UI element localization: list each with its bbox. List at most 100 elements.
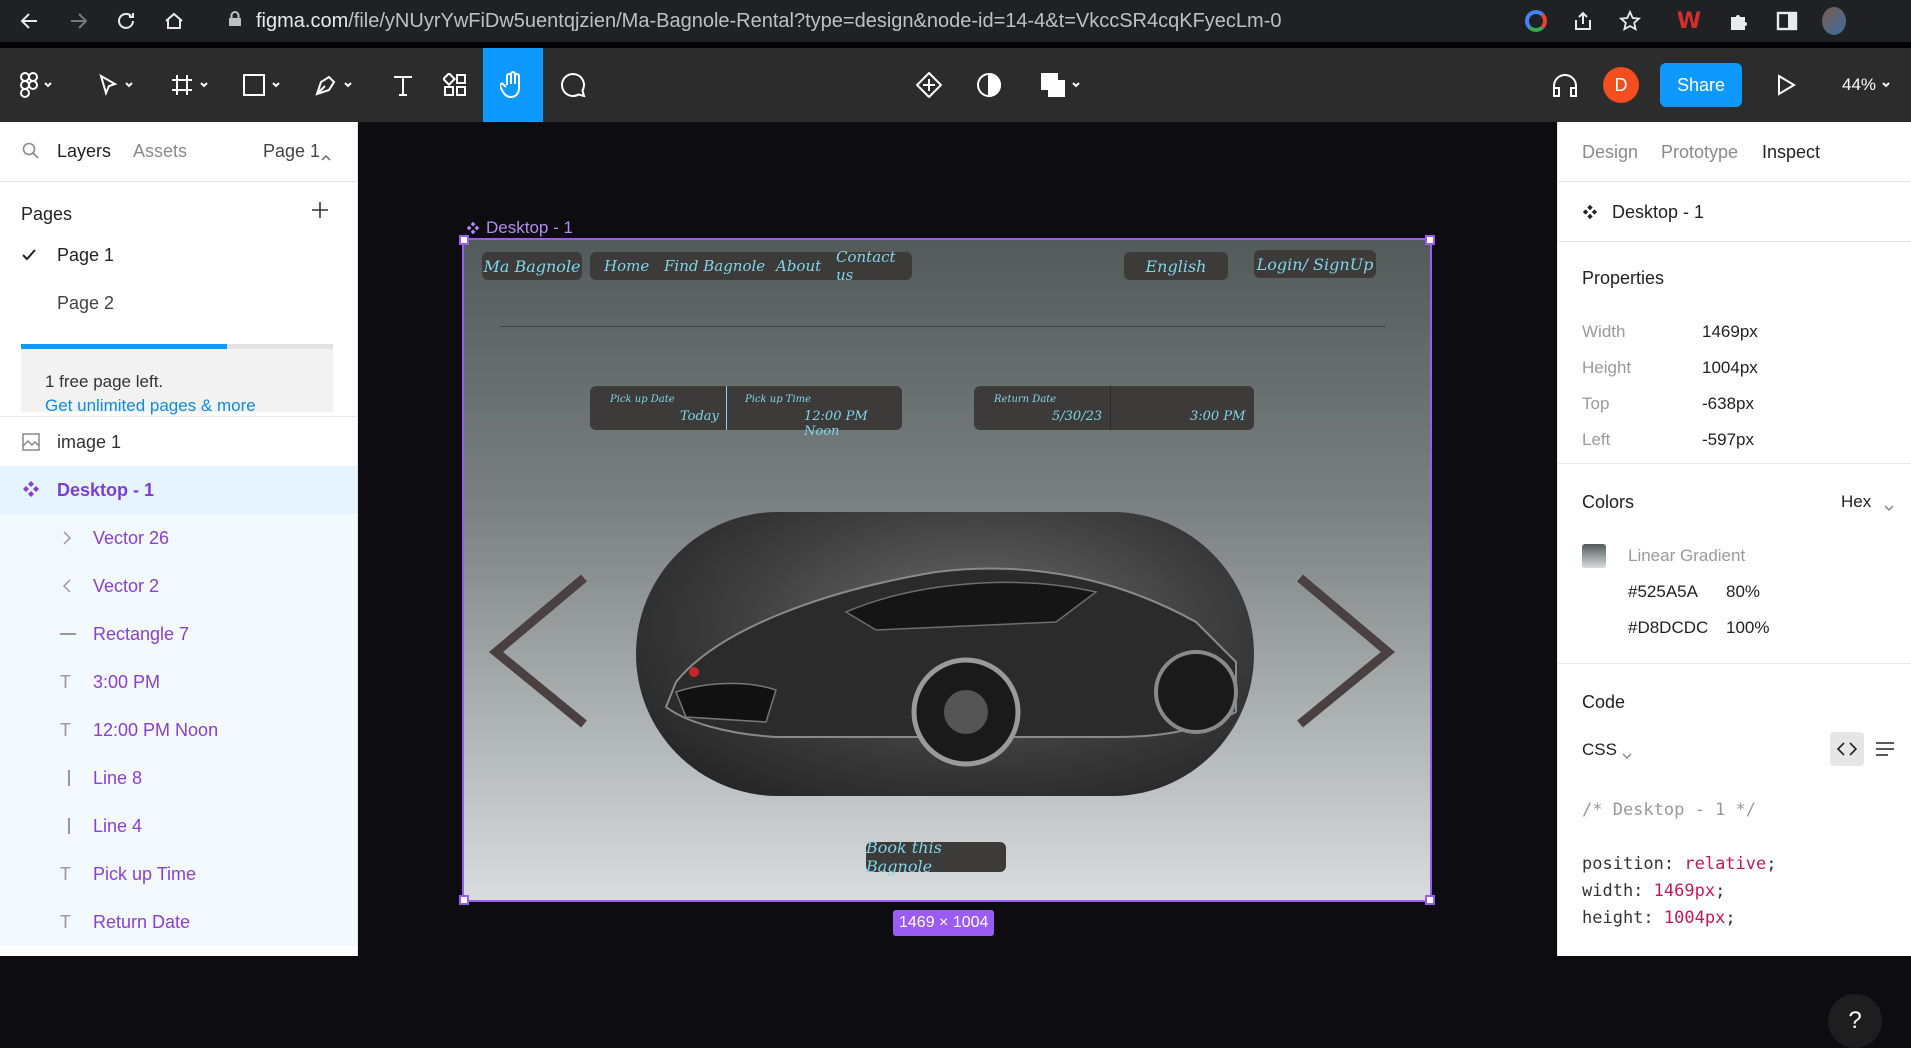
prop-height-value[interactable]: 1004px xyxy=(1702,358,1758,378)
bookmark-star-icon[interactable] xyxy=(1618,9,1642,33)
divider xyxy=(0,416,357,417)
layer-row-desktop-1[interactable]: Desktop - 1 xyxy=(0,466,357,514)
resize-handle-bottom-left[interactable] xyxy=(459,895,469,905)
text-tool-icon[interactable] xyxy=(378,48,428,122)
design-next-chevron-icon xyxy=(1297,574,1396,728)
rectangle-tool-icon[interactable] xyxy=(235,48,287,122)
upsell-link[interactable]: Get unlimited pages & more xyxy=(45,396,256,416)
zoom-menu[interactable]: 44% xyxy=(1836,48,1896,122)
layer-row-line-4[interactable]: Line 4 xyxy=(0,802,357,850)
design-nav-item: Home xyxy=(604,257,650,275)
hand-tool-icon[interactable] xyxy=(483,48,543,122)
comment-tool-icon[interactable] xyxy=(548,48,598,122)
layer-row-text-3pm[interactable]: T 3:00 PM xyxy=(0,658,357,706)
gradient-stop-hex[interactable]: #D8DCDC xyxy=(1628,618,1708,638)
forward-icon[interactable] xyxy=(58,0,98,42)
design-nav-bar: Home Find Bagnole About Contact us xyxy=(590,248,912,284)
resize-handle-top-right[interactable] xyxy=(1425,235,1435,245)
back-icon[interactable] xyxy=(10,0,50,42)
tab-design[interactable]: Design xyxy=(1582,142,1638,163)
mask-contrast-icon[interactable] xyxy=(966,48,1012,122)
add-page-plus-icon[interactable] xyxy=(310,200,330,225)
frame-tool-icon[interactable] xyxy=(163,48,215,122)
help-button[interactable]: ? xyxy=(1828,994,1882,1048)
search-icon[interactable] xyxy=(22,142,40,165)
design-car-image xyxy=(636,512,1254,796)
code-language-select[interactable]: CSS xyxy=(1582,740,1617,760)
gradient-swatch[interactable] xyxy=(1582,544,1606,568)
tab-assets[interactable]: Assets xyxy=(133,141,187,162)
google-icon[interactable] xyxy=(1524,9,1548,33)
layer-row-pickup-time[interactable]: T Pick up Time xyxy=(0,850,357,898)
checkmark-icon xyxy=(22,248,36,266)
prop-left-value[interactable]: -597px xyxy=(1702,430,1754,450)
figma-toolbar: D Share 44% xyxy=(0,48,1911,122)
code-end: ; xyxy=(1715,881,1726,901)
layer-row-image-1[interactable]: image 1 xyxy=(0,418,357,466)
page-item-page-2[interactable]: Page 2 xyxy=(0,280,357,328)
color-format-select[interactable]: Hex xyxy=(1841,492,1871,512)
home-icon[interactable] xyxy=(154,0,194,42)
layer-row-line-8[interactable]: Line 8 xyxy=(0,754,357,802)
share-page-icon[interactable] xyxy=(1571,9,1595,33)
gradient-stop-hex[interactable]: #525A5A xyxy=(1628,582,1698,602)
reload-icon[interactable] xyxy=(106,0,146,42)
address-bar[interactable]: figma.com/file/yNUyrYwFiDw5uentqjzien/Ma… xyxy=(210,5,1690,37)
extension-w-icon[interactable]: W xyxy=(1677,9,1701,34)
design-divider-line xyxy=(500,326,1386,327)
sidebar-icon[interactable] xyxy=(1775,9,1799,33)
page-item-label: Page 1 xyxy=(57,245,115,265)
avatar-initial: D xyxy=(1603,67,1639,103)
desktop-1-frame[interactable]: Ma Bagnole Home Find Bagnole About Conta… xyxy=(462,238,1432,902)
resize-handle-top-left[interactable] xyxy=(459,235,469,245)
share-button[interactable]: Share xyxy=(1660,48,1742,122)
design-return-time-value: 3:00 PM xyxy=(1190,409,1246,424)
layer-label: 3:00 PM xyxy=(93,671,161,692)
image-icon xyxy=(22,433,40,456)
code-line: height: 1004px; xyxy=(1582,908,1736,928)
chevron-down-icon[interactable] xyxy=(1884,499,1894,517)
tab-prototype[interactable]: Prototype xyxy=(1661,142,1738,163)
chevron-up-icon[interactable] xyxy=(321,146,331,167)
list-view-icon[interactable] xyxy=(1875,741,1895,762)
main-menu-figma-icon[interactable] xyxy=(12,48,60,122)
profile-avatar[interactable] xyxy=(1822,7,1846,35)
layer-row-return-date[interactable]: T Return Date xyxy=(0,898,357,946)
user-avatar[interactable]: D xyxy=(1601,48,1641,122)
selection-name: Desktop - 1 xyxy=(1612,202,1705,222)
page-item-page-1[interactable]: Page 1 xyxy=(0,232,357,280)
chevron-down-icon[interactable] xyxy=(1622,747,1632,765)
layer-row-text-noon[interactable]: T 12:00 PM Noon xyxy=(0,706,357,754)
boolean-groups-icon[interactable] xyxy=(1030,48,1090,122)
pen-tool-icon[interactable] xyxy=(307,48,359,122)
move-tool-icon[interactable] xyxy=(90,48,140,122)
puzzle-icon[interactable] xyxy=(1727,9,1751,33)
layer-label: Return Date xyxy=(93,911,191,932)
layer-row-vector-26[interactable]: Vector 26 xyxy=(0,514,357,562)
design-nav-item: Find Bagnole xyxy=(664,257,766,275)
layer-row-vector-2[interactable]: Vector 2 xyxy=(0,562,357,610)
frame-label-text: Desktop - 1 xyxy=(486,218,573,237)
prop-top-value[interactable]: -638px xyxy=(1702,394,1754,414)
code-view-icon[interactable] xyxy=(1830,732,1864,766)
code-value: relative xyxy=(1684,854,1767,874)
tab-inspect[interactable]: Inspect xyxy=(1762,142,1820,163)
design-canvas[interactable]: Desktop - 1 Ma Bagnole Home Find Bagnole… xyxy=(358,122,1557,956)
present-play-icon[interactable] xyxy=(1766,48,1806,122)
design-pickup-box: Pick up Date Today Pick up Time 12:00 PM… xyxy=(590,386,902,439)
zoom-level: 44% xyxy=(1841,75,1877,94)
page-selector[interactable]: Page 1 xyxy=(263,141,320,162)
layer-label: Vector 2 xyxy=(93,575,160,596)
component-icon[interactable] xyxy=(906,48,952,122)
prop-width-value[interactable]: 1469px xyxy=(1702,322,1758,342)
layer-row-rectangle-7[interactable]: Rectangle 7 xyxy=(0,610,357,658)
headphones-icon[interactable] xyxy=(1540,48,1590,122)
prop-left-label: Left xyxy=(1582,430,1611,449)
resize-handle-bottom-right[interactable] xyxy=(1425,895,1435,905)
frame-label[interactable]: Desktop - 1 xyxy=(466,218,573,238)
tab-layers[interactable]: Layers xyxy=(57,141,111,162)
component-icon xyxy=(466,221,480,235)
code-line: position: relative; xyxy=(1582,854,1777,874)
resources-tool-icon[interactable] xyxy=(430,48,480,122)
right-panel-tabs: Design Prototype Inspect xyxy=(1558,122,1911,182)
